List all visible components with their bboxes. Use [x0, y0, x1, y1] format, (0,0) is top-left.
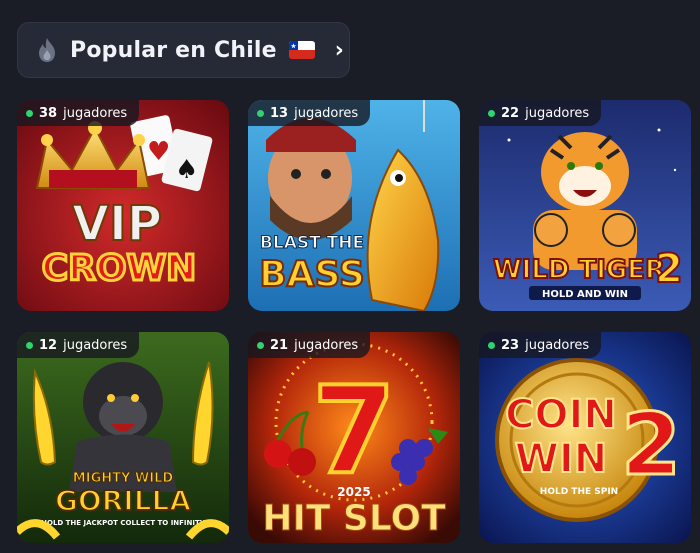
game-card-vip-crown[interactable]: ♥ ♠ VIP CROWN 38 jugadores	[17, 100, 229, 311]
wild-tiger-2-artwork: WILD TIGER 2 HOLD AND WIN	[479, 100, 691, 311]
online-dot	[26, 109, 33, 117]
svg-text:HIT SLOT: HIT SLOT	[262, 498, 446, 539]
hit-slot-artwork: 7 2025 HIT SLOT	[248, 332, 460, 543]
svg-text:COIN: COIN	[505, 392, 617, 438]
svg-text:CROWN: CROWN	[42, 248, 197, 289]
players-count: 38	[39, 105, 58, 121]
players-badge: 13 jugadores	[248, 100, 371, 126]
svg-text:WILD TIGER: WILD TIGER	[493, 255, 665, 285]
popular-en-chile-header[interactable]: Popular en Chile ›	[17, 22, 350, 78]
svg-text:HOLD THE JACKPOT COLLECT TO IN: HOLD THE JACKPOT COLLECT TO INFINITY	[41, 519, 206, 527]
svg-text:BASS: BASS	[259, 254, 365, 295]
players-label: jugadores	[63, 337, 128, 353]
chevron-right-icon: ›	[334, 37, 344, 63]
svg-text:2: 2	[655, 246, 683, 292]
players-label: jugadores	[294, 337, 359, 353]
game-card-mighty-wild-gorilla[interactable]: MIGHTY WILD GORILLA HOLD THE JACKPOT COL…	[17, 332, 229, 543]
players-badge: 38 jugadores	[17, 100, 140, 126]
players-badge: 21 jugadores	[248, 332, 371, 358]
online-dot	[488, 109, 495, 117]
online-dot	[257, 341, 264, 349]
online-dot	[26, 341, 33, 349]
game-card-coin-win-2[interactable]: COIN WIN 2 HOLD THE SPIN 23 jugadores	[479, 332, 691, 543]
online-dot	[257, 109, 264, 117]
players-count: 12	[39, 337, 58, 353]
players-badge: 12 jugadores	[17, 332, 140, 358]
svg-text:7: 7	[312, 362, 396, 501]
section-title: Popular en Chile	[70, 37, 277, 63]
online-dot	[488, 341, 495, 349]
players-count: 21	[270, 337, 289, 353]
players-label: jugadores	[294, 105, 359, 121]
svg-text:VIP: VIP	[72, 196, 162, 252]
players-label: jugadores	[525, 105, 590, 121]
svg-text:BLAST THE: BLAST THE	[260, 233, 364, 253]
players-label: jugadores	[63, 105, 128, 121]
blast-the-bass-artwork: BLAST THE BASS	[248, 100, 460, 311]
players-badge: 23 jugadores	[479, 332, 602, 358]
game-card-wild-tiger-2[interactable]: WILD TIGER 2 HOLD AND WIN 22 jugadores	[479, 100, 691, 311]
players-count: 23	[501, 337, 520, 353]
svg-text:WIN: WIN	[515, 436, 607, 482]
players-label: jugadores	[525, 337, 590, 353]
mighty-wild-gorilla-artwork: MIGHTY WILD GORILLA HOLD THE JACKPOT COL…	[17, 332, 229, 543]
games-grid: ♥ ♠ VIP CROWN 38 jugadores BLAST THE BAS…	[17, 100, 691, 543]
svg-text:♠: ♠	[175, 155, 198, 185]
svg-text:2025: 2025	[337, 485, 370, 499]
svg-text:HOLD AND WIN: HOLD AND WIN	[542, 289, 628, 300]
svg-text:GORILLA: GORILLA	[55, 484, 191, 517]
game-card-blast-the-bass[interactable]: BLAST THE BASS 13 jugadores	[248, 100, 460, 311]
players-count: 13	[270, 105, 289, 121]
coin-win-2-artwork: COIN WIN 2 HOLD THE SPIN	[479, 332, 691, 543]
svg-text:♥: ♥	[147, 137, 170, 167]
svg-text:2: 2	[621, 395, 681, 495]
players-badge: 22 jugadores	[479, 100, 602, 126]
players-count: 22	[501, 105, 520, 121]
vip-crown-artwork: ♥ ♠ VIP CROWN	[17, 100, 229, 311]
game-card-hit-slot[interactable]: 7 2025 HIT SLOT 21 jugadores	[248, 332, 460, 543]
fire-icon	[39, 38, 55, 62]
chile-flag-icon	[288, 41, 315, 59]
svg-text:HOLD THE SPIN: HOLD THE SPIN	[540, 487, 618, 497]
